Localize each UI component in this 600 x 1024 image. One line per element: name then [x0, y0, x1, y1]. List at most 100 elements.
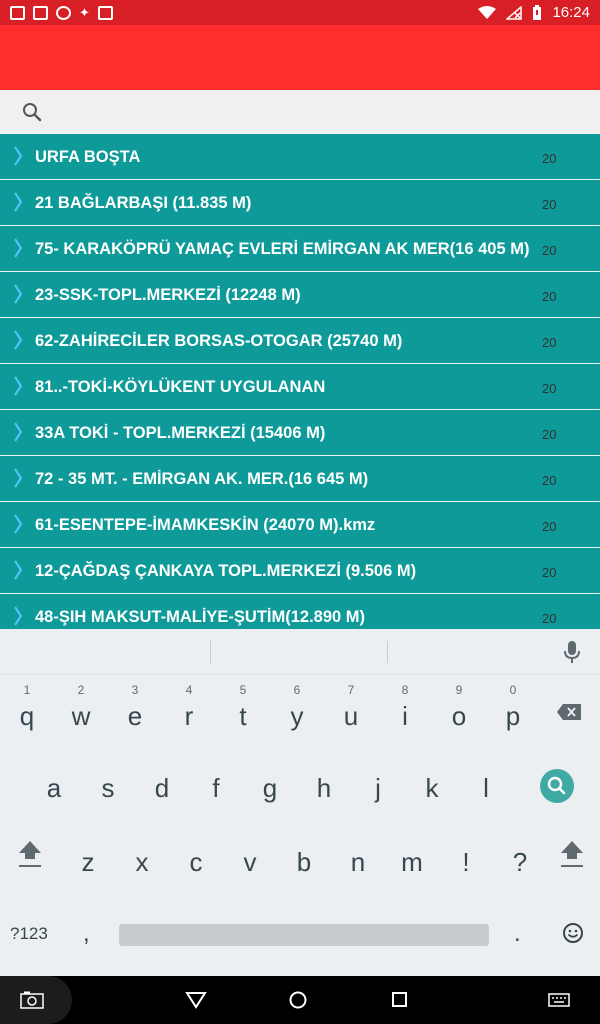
key-g[interactable]: g	[243, 749, 297, 823]
symbols-key[interactable]: ?123	[10, 924, 48, 944]
list-item-title: 23-SSK-TOPL.MERKEZİ (12248 M)	[35, 286, 301, 304]
key-label: w	[71, 701, 91, 731]
recents-icon[interactable]	[391, 991, 409, 1009]
key-question[interactable]: ?	[493, 823, 547, 897]
key-y[interactable]: 6y	[270, 675, 324, 749]
key-label: u	[343, 701, 359, 731]
chevron-right-icon	[14, 238, 23, 258]
key-l[interactable]: l	[459, 749, 513, 823]
chevron-right-icon	[14, 192, 23, 212]
search-key[interactable]	[540, 769, 574, 803]
wifi-icon	[478, 5, 497, 19]
key-label: e	[127, 701, 143, 731]
list-item[interactable]: 62-ZAHİRECİLER BORSAS-OTOGAR (25740 M) 20	[0, 318, 600, 364]
key-n[interactable]: n	[331, 823, 385, 897]
list-item-count: 20	[542, 519, 557, 534]
briefcase-icon	[97, 5, 113, 20]
list-item[interactable]: 75- KARAKÖPRÜ YAMAÇ EVLERİ EMİRGAN AK ME…	[0, 226, 600, 272]
comma-key[interactable]: ,	[83, 920, 90, 948]
key-b[interactable]: b	[277, 823, 331, 897]
list-item-count: 20	[542, 243, 557, 258]
route-list: URFA BOŞTA 20 21 BAĞLARBAŞI (11.835 M) 20 75…	[0, 134, 600, 629]
key-a[interactable]: a	[27, 749, 81, 823]
keyboard-icon[interactable]	[548, 993, 570, 1007]
shift-left-key[interactable]	[17, 839, 43, 869]
back-icon[interactable]	[185, 991, 207, 1009]
chevron-right-icon	[14, 422, 23, 442]
spacebar-key[interactable]	[119, 924, 489, 946]
list-item-title: 12-ÇAĞDAŞ ÇANKAYA TOPL.MERKEZİ (9.506 M)	[35, 562, 417, 580]
chevron-right-icon	[14, 560, 23, 580]
list-item-count: 20	[542, 473, 557, 488]
status-bar: ✦ 16:24	[0, 0, 600, 25]
list-item-title: 21 BAĞLARBAŞI (11.835 M)	[35, 194, 252, 212]
list-item[interactable]: 21 BAĞLARBAŞI (11.835 M) 20	[0, 180, 600, 226]
keyboard-row-1: 1q2w3e4r5t6y7u8i9o0p	[0, 675, 600, 749]
key-d[interactable]: d	[135, 749, 189, 823]
chevron-right-icon	[14, 514, 23, 534]
key-c[interactable]: c	[169, 823, 223, 897]
key-label: f	[212, 773, 220, 803]
list-item[interactable]: 48-ŞIH MAKSUT-MALİYE-ŞUTİM(12.890 M) 20	[0, 594, 600, 629]
list-item[interactable]: 23-SSK-TOPL.MERKEZİ (12248 M) 20	[0, 272, 600, 318]
list-item[interactable]: URFA BOŞTA 20	[0, 134, 600, 180]
key-label: r	[184, 701, 194, 731]
key-label: a	[46, 773, 62, 803]
shift-right-key[interactable]	[559, 839, 585, 869]
key-m[interactable]: m	[385, 823, 439, 897]
list-item[interactable]: 12-ÇAĞDAŞ ÇANKAYA TOPL.MERKEZİ (9.506 M)…	[0, 548, 600, 594]
key-q[interactable]: 1q	[0, 675, 54, 749]
emoji-icon[interactable]	[562, 922, 584, 944]
key-label: t	[239, 701, 247, 731]
android-icon: ✦	[79, 5, 90, 20]
key-t[interactable]: 5t	[216, 675, 270, 749]
app-bar	[0, 25, 600, 90]
key-f[interactable]: f	[189, 749, 243, 823]
list-item[interactable]: 33A TOKİ - TOPL.MERKEZİ (15406 M) 20	[0, 410, 600, 456]
period-key[interactable]: .	[514, 920, 521, 948]
key-label: !	[462, 847, 470, 877]
key-e[interactable]: 3e	[108, 675, 162, 749]
key-h[interactable]: h	[297, 749, 351, 823]
list-item-title: 48-ŞIH MAKSUT-MALİYE-ŞUTİM(12.890 M)	[35, 608, 366, 626]
key-i[interactable]: 8i	[378, 675, 432, 749]
list-item-title: 75- KARAKÖPRÜ YAMAÇ EVLERİ EMİRGAN AK ME…	[35, 240, 530, 258]
keyboard-row-3: z x c v b n m!?	[0, 823, 600, 897]
key-label: z	[81, 847, 95, 877]
key-p[interactable]: 0p	[486, 675, 540, 749]
key-j[interactable]: j	[351, 749, 405, 823]
list-item-title: 61-ESENTEPE-İMAMKESKİN (24070 M).kmz	[35, 516, 376, 534]
system-icons: 16:24	[478, 4, 600, 21]
key-hint: 9	[455, 683, 463, 697]
key-r[interactable]: 4r	[162, 675, 216, 749]
chevron-right-icon	[14, 330, 23, 350]
key-k[interactable]: k	[405, 749, 459, 823]
list-item[interactable]: 72 - 35 MT. - EMİRGAN AK. MER.(16 645 M)…	[0, 456, 600, 502]
key-u[interactable]: 7u	[324, 675, 378, 749]
key-label: y	[290, 701, 304, 731]
key-o[interactable]: 9o	[432, 675, 486, 749]
chevron-right-icon	[14, 284, 23, 304]
key-x[interactable]: x	[115, 823, 169, 897]
key-label: o	[451, 701, 467, 731]
chevron-right-icon	[14, 376, 23, 396]
key-v[interactable]: v	[223, 823, 277, 897]
microphone-icon[interactable]	[563, 640, 581, 664]
key-hint: 6	[293, 683, 301, 697]
list-item[interactable]: 61-ESENTEPE-İMAMKESKİN (24070 M).kmz 20	[0, 502, 600, 548]
keyboard-row-bottom: ?123 , .	[0, 914, 600, 974]
search-bar[interactable]	[0, 90, 600, 134]
key-z[interactable]: z	[61, 823, 115, 897]
key-label: v	[243, 847, 257, 877]
home-icon[interactable]	[288, 990, 308, 1010]
backspace-key[interactable]	[556, 703, 582, 721]
search-icon	[547, 776, 566, 795]
list-item[interactable]: 81..-TOKİ-KÖYLÜKENT UYGULANAN 20	[0, 364, 600, 410]
key-hint: 1	[23, 683, 31, 697]
search-input[interactable]	[52, 91, 600, 133]
key-w[interactable]: 2w	[54, 675, 108, 749]
key-label: c	[189, 847, 203, 877]
key-s[interactable]: s	[81, 749, 135, 823]
key-exclamation[interactable]: !	[439, 823, 493, 897]
screenshot-button[interactable]	[0, 976, 72, 1024]
